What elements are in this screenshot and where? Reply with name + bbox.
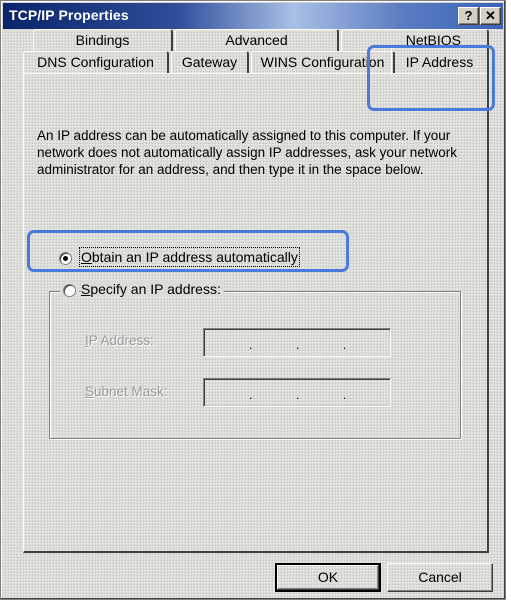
tab-gateway[interactable]: Gateway: [171, 51, 249, 73]
subnet-octet-separator: .: [343, 388, 347, 402]
obtain-ip-auto-label[interactable]: Obtain an IP address automatically: [79, 247, 300, 267]
tab-wins-configuration[interactable]: WINS Configuration: [251, 51, 395, 73]
obtain-ip-auto-accesskey: O: [81, 249, 92, 265]
ip-address-label-text: P Address:: [88, 333, 154, 348]
specify-ip-groupbox: [49, 291, 461, 439]
specify-ip-radio[interactable]: [63, 284, 76, 297]
obtain-ip-auto-radio[interactable]: [59, 252, 72, 265]
specify-ip-text: pecify an IP address:: [90, 281, 221, 297]
ip-octet-separator: .: [296, 338, 300, 352]
cancel-button[interactable]: Cancel: [387, 563, 493, 592]
title-bar[interactable]: TCP/IP Properties ? ✕: [3, 3, 503, 29]
ip-octet-separator: .: [249, 338, 253, 352]
subnet-mask-label-text: ubnet Mask:: [94, 384, 168, 399]
obtain-ip-auto-text: btain an IP address automatically: [91, 249, 298, 265]
help-button[interactable]: ?: [458, 7, 479, 25]
ip-address-field-label: IP Address:: [85, 333, 154, 348]
tab-bindings[interactable]: Bindings: [33, 29, 173, 51]
ok-button[interactable]: OK: [275, 563, 381, 592]
close-button[interactable]: ✕: [480, 7, 501, 25]
ip-address-input[interactable]: . . .: [203, 328, 391, 357]
tab-ip-address[interactable]: IP Address: [391, 47, 489, 75]
window-title: TCP/IP Properties: [9, 7, 129, 23]
ip-octet-separator: .: [343, 338, 347, 352]
specify-ip-accesskey: S: [81, 281, 91, 297]
tcpip-properties-window: TCP/IP Properties ? ✕ Bindings Advanced …: [0, 0, 506, 600]
subnet-mask-input[interactable]: . . .: [203, 378, 391, 407]
tab-dns-configuration[interactable]: DNS Configuration: [23, 51, 169, 73]
ip-description-text: An IP address can be automatically assig…: [37, 128, 457, 177]
tab-advanced[interactable]: Advanced: [175, 29, 339, 51]
specify-ip-label[interactable]: Specify an IP address:: [81, 281, 224, 297]
subnet-octet-separator: .: [296, 388, 300, 402]
subnet-mask-field-label: Subnet Mask:: [85, 384, 168, 399]
subnet-mask-accesskey: S: [85, 384, 95, 399]
subnet-octet-separator: .: [249, 388, 253, 402]
